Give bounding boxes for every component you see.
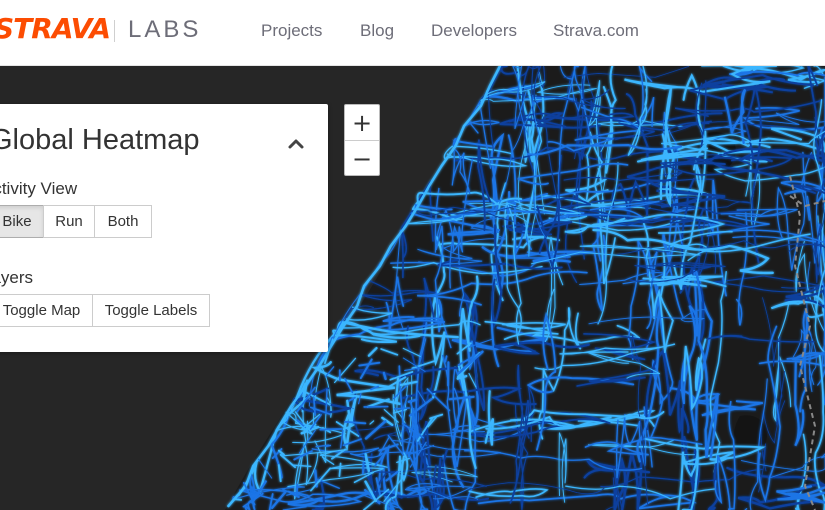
layers-button-group: Toggle Map Toggle Labels [0,294,210,327]
route-line [324,444,332,448]
chevron-up-icon[interactable] [286,134,306,154]
bike-button[interactable]: Bike [0,205,44,238]
heatmap-control-panel: Global Heatmap Activity View Bike Run Bo… [0,104,328,352]
run-button[interactable]: Run [43,205,95,238]
nav-link-developers[interactable]: Developers [431,21,517,41]
activity-view-button-group: Bike Run Both [0,205,152,238]
panel-title: Global Heatmap [0,124,200,156]
labs-logo-text[interactable]: LABS [128,16,201,44]
route-line [382,371,387,381]
activity-view-label: Activity View [0,179,78,198]
toggle-labels-button[interactable]: Toggle Labels [92,294,210,327]
route-line [393,407,410,410]
route-line [351,407,354,421]
top-nav-bar: STRAVA LABS Projects Blog Developers Str… [0,0,825,66]
route-line [444,355,448,363]
route-line [232,498,243,501]
both-button[interactable]: Both [94,205,152,238]
strava-logo[interactable]: STRAVA [0,12,111,45]
route-line [319,428,343,431]
nav-link-strava-com[interactable]: Strava.com [553,21,639,41]
logo-divider [114,20,115,42]
layers-label: Layers [0,268,34,287]
route-line [361,461,365,475]
nav-link-projects[interactable]: Projects [261,21,322,41]
toggle-map-button[interactable]: Toggle Map [0,294,93,327]
zoom-in-button[interactable]: + [345,105,379,141]
nav-link-blog[interactable]: Blog [360,21,394,41]
zoom-control: + − [344,104,380,176]
zoom-out-button[interactable]: − [345,141,379,176]
